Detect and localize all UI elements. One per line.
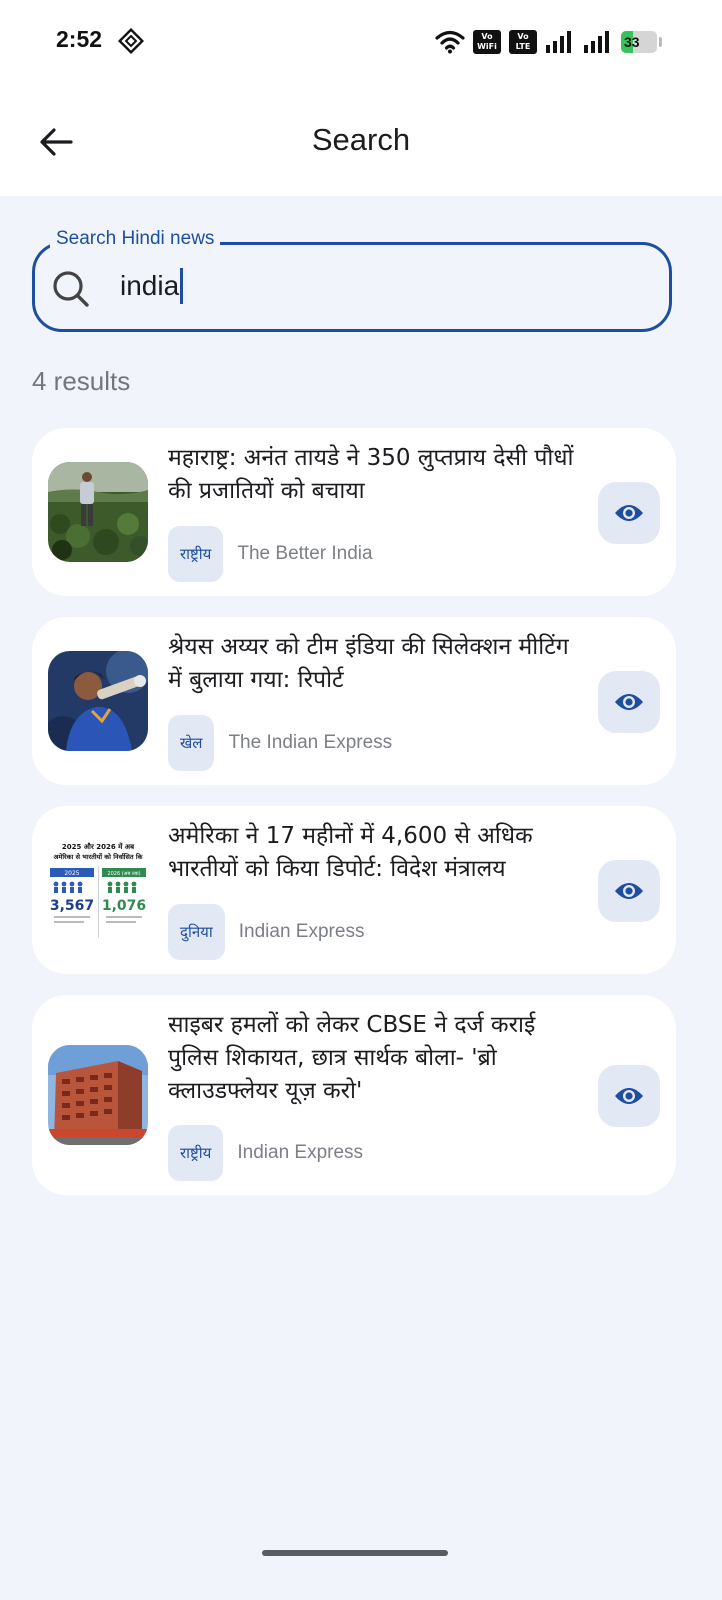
result-card[interactable]: साइबर हमलों को लेकर CBSE ने दर्ज कराई पु… [32, 995, 676, 1195]
cricketer-photo-thumbnail [48, 651, 148, 751]
view-button[interactable] [598, 482, 660, 544]
infographic-year-right: 2026 (अब तक) [107, 871, 140, 877]
category-chip[interactable]: राष्ट्रीय [168, 526, 224, 582]
signal-sim1-icon [546, 31, 571, 53]
home-indicator[interactable] [262, 1550, 448, 1556]
app-bar: Search [0, 84, 722, 196]
result-title: श्रेयस अय्यर को टीम इंडिया की सिलेक्शन म… [168, 634, 569, 693]
result-card[interactable]: महाराष्ट्र: अनंत तायडे ने 350 लुप्तप्राय… [32, 428, 676, 596]
result-card[interactable]: श्रेयस अय्यर को टीम इंडिया की सिलेक्शन म… [32, 617, 676, 785]
eye-icon [615, 1088, 643, 1104]
infographic-thumbnail: 2025 और 2026 में अब अमेरिका से भारतीयों … [48, 840, 148, 940]
result-meta: राष्ट्रीय Indian Express [168, 1125, 363, 1181]
app-notification-icon [118, 28, 144, 54]
source-label: Indian Express [238, 921, 365, 942]
search-icon [53, 271, 89, 307]
battery-level: 33 [624, 34, 640, 50]
status-bar: 2:52 Vo WiFi Vo LTE 33 [0, 0, 722, 84]
result-card[interactable]: 2025 और 2026 में अब अमेरिका से भारतीयों … [32, 806, 676, 974]
infographic-value-right: 1,076 [102, 898, 146, 914]
eye-icon [615, 883, 643, 899]
infographic-heading-2: अमेरिका से भारतीयों को निर्वासित कि [53, 853, 143, 861]
vowifi-top: Vo [481, 32, 493, 41]
search-input[interactable]: india [120, 268, 184, 304]
result-title: साइबर हमलों को लेकर CBSE ने दर्ज कराई पु… [168, 1012, 536, 1104]
farmer-photo-thumbnail [48, 462, 148, 562]
search-input-value: india [120, 270, 180, 301]
infographic-year-left: 2025 [64, 870, 79, 877]
eye-icon [615, 694, 643, 710]
infographic-heading-1: 2025 और 2026 में अब [62, 842, 135, 851]
farmer-photo [48, 462, 148, 562]
source-label: Indian Express [237, 1142, 364, 1163]
result-meta: खेल The Indian Express [168, 715, 392, 771]
result-title: महाराष्ट्र: अनंत तायडे ने 350 लुप्तप्राय… [168, 445, 574, 504]
vowifi-bottom: WiFi [477, 42, 497, 51]
volte-badge: Vo LTE [509, 30, 537, 54]
status-time: 2:52 [56, 26, 103, 52]
category-chip[interactable]: राष्ट्रीय [168, 1125, 224, 1181]
view-button[interactable] [598, 1065, 660, 1127]
cricketer-photo [48, 651, 148, 751]
vowifi-badge: Vo WiFi [473, 30, 501, 54]
text-caret [180, 268, 184, 304]
eye-icon [615, 505, 643, 521]
building-photo-thumbnail [48, 1045, 148, 1145]
infographic-value-left: 3,567 [50, 898, 94, 914]
view-button[interactable] [598, 671, 660, 733]
results-count: 4 results [32, 366, 131, 396]
result-meta: दुनिया Indian Express [168, 904, 364, 960]
infographic: 2025 और 2026 में अब अमेरिका से भारतीयों … [48, 840, 148, 940]
category-chip[interactable]: खेल [168, 715, 215, 771]
wifi-icon [435, 30, 465, 54]
source-label: The Better India [237, 543, 373, 564]
building-photo [48, 1045, 148, 1145]
volte-top: Vo [517, 32, 529, 41]
page-title: Search [311, 122, 411, 157]
view-button[interactable] [598, 860, 660, 922]
search-field-label: Search Hindi news [50, 228, 221, 250]
battery-icon: 33 [621, 31, 657, 53]
battery-cap [659, 37, 662, 47]
source-label: The Indian Express [228, 732, 393, 753]
result-meta: राष्ट्रीय The Better India [168, 526, 373, 582]
signal-sim2-icon [584, 31, 609, 53]
category-chip[interactable]: दुनिया [168, 904, 225, 960]
volte-bottom: LTE [515, 42, 531, 51]
result-title: अमेरिका ने 17 महीनों में 4,600 से अधिक भ… [168, 823, 533, 882]
status-indicators: Vo WiFi Vo LTE 33 [435, 28, 662, 56]
